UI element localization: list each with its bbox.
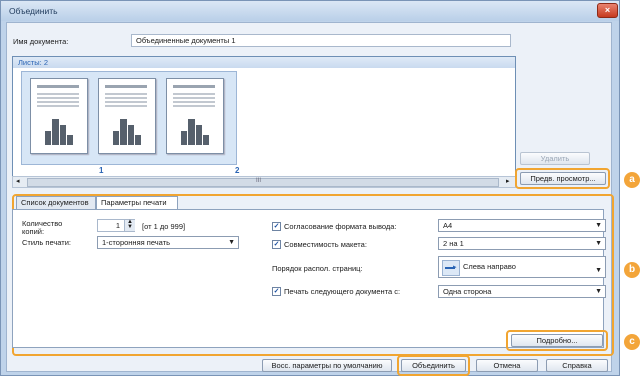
restore-defaults-button[interactable]: Восс. параметры по умолчанию (262, 359, 392, 372)
left-to-right-icon: ▸ (442, 260, 460, 276)
title-bar: Объединить × (1, 1, 619, 21)
help-button[interactable]: Справка (546, 359, 608, 372)
layout-compat-select[interactable]: 2 на 1 ▼ (438, 237, 606, 250)
building-icon (113, 117, 141, 145)
window-title: Объединить (9, 6, 58, 16)
horizontal-scrollbar[interactable]: ◂ III ▸ (12, 176, 516, 188)
page-number: 2 (235, 166, 240, 175)
match-output-label: Согласование формата вывода: (284, 222, 397, 231)
badge-b: b (624, 262, 640, 278)
page-order-select[interactable]: ▸ Слева направо ▼ (438, 256, 606, 278)
next-doc-select[interactable]: Одна сторона ▼ (438, 285, 606, 298)
match-output-select[interactable]: A4 ▼ (438, 219, 606, 232)
print-style-label: Стиль печати: (22, 238, 72, 247)
print-style-value: 1-сторонняя печать (102, 238, 171, 247)
close-icon: × (604, 5, 611, 15)
scroll-right-icon[interactable]: ▸ (506, 177, 510, 185)
sheets-header: Листы: 2 (13, 57, 515, 68)
scrollbar-thumb[interactable]: III (27, 178, 499, 187)
doc-name-input[interactable]: Объединенные документы 1 (131, 34, 511, 47)
badge-a: a (624, 172, 640, 188)
next-doc-checkbox[interactable]: ✓ (272, 287, 281, 296)
match-output-value: A4 (443, 221, 453, 230)
chevron-down-icon: ▼ (595, 222, 602, 229)
building-icon (181, 117, 209, 145)
sheets-count: Листы: 2 (18, 58, 49, 67)
next-doc-label: Печать следующего документа с: (284, 287, 401, 296)
layout-compat-value: 2 на 1 (443, 239, 464, 248)
stepper-down-icon[interactable]: ▼ (127, 224, 133, 230)
tab-print-settings[interactable]: Параметры печати (96, 196, 178, 210)
page-order-value: Слева направо (463, 262, 516, 271)
delete-button[interactable]: Удалить (520, 152, 590, 165)
chevron-down-icon: ▼ (595, 267, 602, 274)
page-group-1[interactable] (21, 71, 237, 165)
grip-icon: III (256, 178, 262, 184)
chevron-down-icon: ▼ (228, 239, 235, 246)
doc-name-label: Имя документа: (13, 37, 69, 46)
tab-document-list[interactable]: Список документов (16, 196, 96, 209)
merge-button[interactable]: Объединить (401, 359, 466, 372)
building-icon (45, 117, 73, 145)
copies-range: [от 1 до 999] (142, 222, 186, 231)
preview-button[interactable]: Предв. просмотр... (520, 172, 606, 185)
scroll-left-icon[interactable]: ◂ (16, 177, 20, 185)
page-thumbnail[interactable] (30, 78, 88, 154)
close-button[interactable]: × (597, 3, 618, 18)
details-button[interactable]: Подробно... (511, 334, 603, 347)
page-thumbnail[interactable] (98, 78, 156, 154)
copies-stepper[interactable]: ▲ ▼ (124, 219, 135, 231)
badge-c: c (624, 334, 640, 350)
chevron-down-icon: ▼ (595, 288, 602, 295)
copies-label: Количество копий: (22, 219, 63, 236)
print-style-select[interactable]: 1-сторонняя печать ▼ (97, 236, 239, 249)
page-number: 1 (99, 166, 104, 175)
sheets-panel: Листы: 2 1 2 (12, 56, 516, 180)
layout-compat-label: Совместимость макета: (284, 240, 367, 249)
chevron-down-icon: ▼ (595, 240, 602, 247)
page-thumbnail[interactable] (166, 78, 224, 154)
layout-compat-checkbox[interactable]: ✓ (272, 240, 281, 249)
next-doc-value: Одна сторона (443, 287, 492, 296)
page-order-label: Порядок распол. страниц: (272, 264, 363, 273)
match-output-checkbox[interactable]: ✓ (272, 222, 281, 231)
cancel-button[interactable]: Отмена (476, 359, 538, 372)
